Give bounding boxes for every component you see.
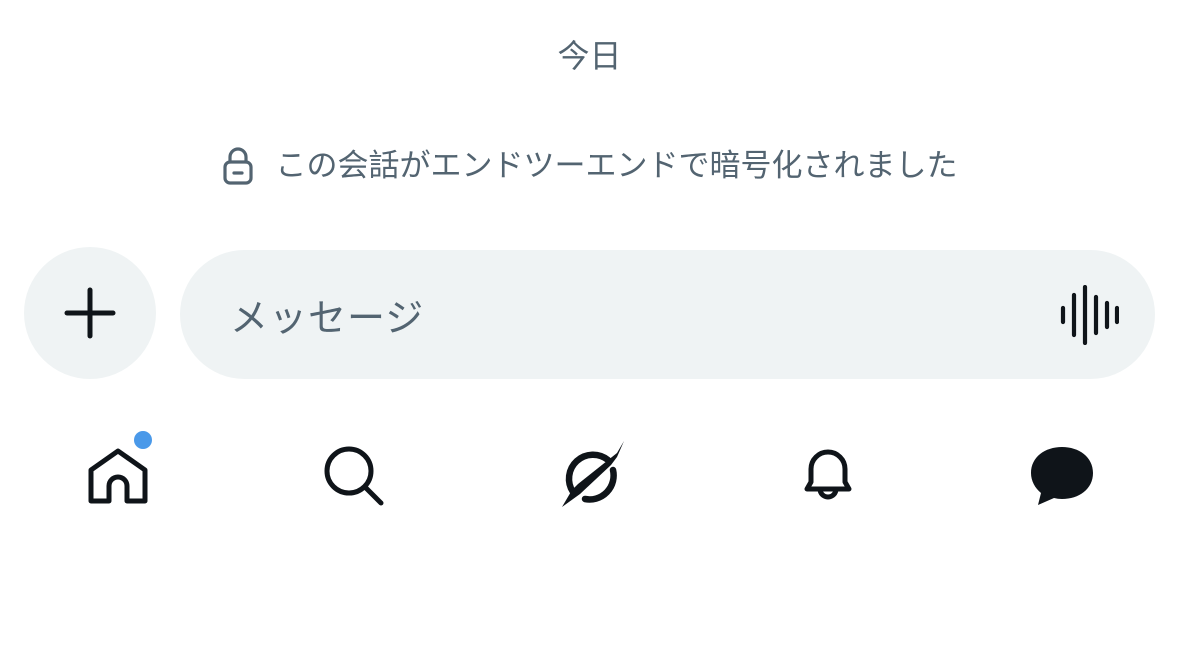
lock-icon	[222, 146, 254, 186]
date-label: 今日	[557, 37, 622, 75]
message-input-placeholder: メッセージ	[230, 296, 425, 340]
attach-button[interactable]	[24, 247, 156, 379]
home-icon	[85, 443, 151, 509]
tab-search[interactable]	[298, 420, 410, 532]
message-bubble-icon	[1027, 441, 1097, 511]
encryption-notice: この会話がエンドツーエンドで暗号化されました	[0, 144, 1179, 188]
grok-icon	[551, 436, 631, 516]
tab-messages[interactable]	[1006, 420, 1118, 532]
tab-grok[interactable]	[535, 420, 647, 532]
encryption-notice-text: この会話がエンドツーエンドで暗号化されました	[275, 148, 958, 184]
tab-notifications[interactable]	[772, 420, 884, 532]
plus-icon	[64, 287, 116, 339]
notification-dot	[134, 431, 152, 449]
search-icon	[321, 443, 387, 509]
voice-waveform-icon[interactable]	[1059, 284, 1119, 345]
bottom-tab-bar	[0, 420, 1179, 532]
bell-icon	[795, 443, 861, 509]
tab-home[interactable]	[62, 420, 174, 532]
message-input[interactable]: メッセージ	[180, 250, 1155, 379]
